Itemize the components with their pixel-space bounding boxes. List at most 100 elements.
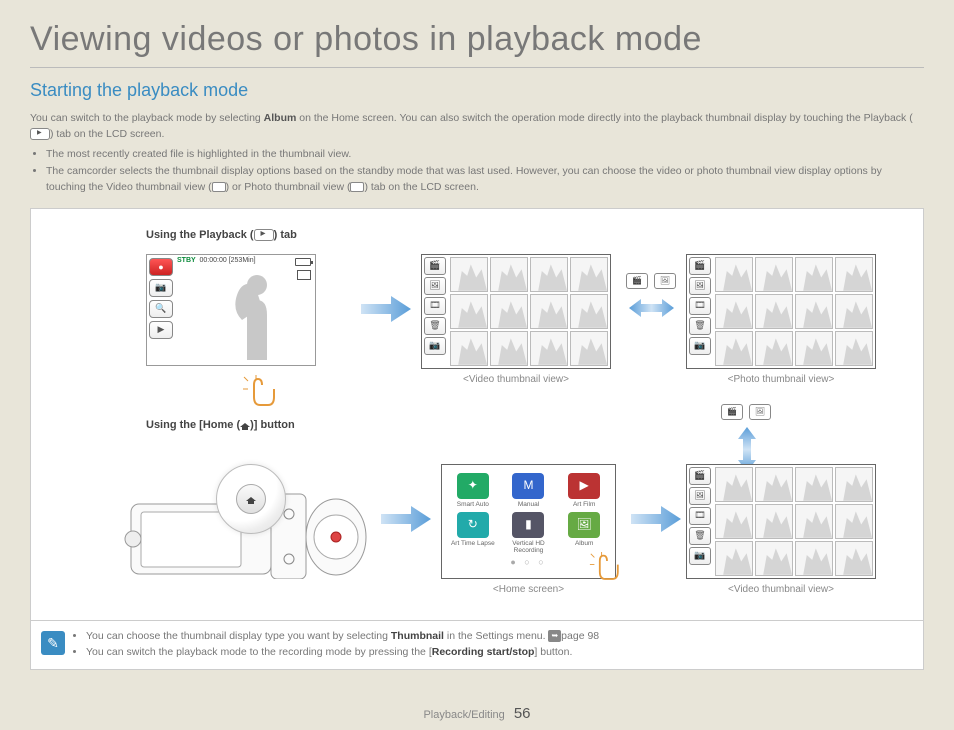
camcorder-lcd-screen: ● 📷 🔍 ▶ STBY 00:00:00 [253Min] (146, 254, 316, 366)
app-manual[interactable]: MManual (504, 473, 554, 508)
thumbnail-item[interactable] (530, 257, 568, 292)
thumb-sidebar: 🎬 🖼 🎞 🗑 📷 (689, 467, 711, 565)
app-art-time-lapse[interactable]: ↻Art Time Lapse (448, 512, 498, 554)
note-b2a: You can switch the playback mode to the … (86, 646, 432, 658)
thumbnail-item[interactable] (755, 541, 793, 576)
thumbnail-item[interactable] (715, 294, 753, 329)
note-b2b: ] button. (534, 646, 572, 658)
thumb-tab-photo-icon[interactable]: 🖼 (689, 487, 711, 505)
note-thumbnail-word: Thumbnail (391, 630, 444, 642)
app-album[interactable]: 🖼Album (559, 512, 609, 554)
thumbnail-item[interactable] (570, 257, 608, 292)
toggle-video-icon[interactable]: 🎬 (626, 273, 648, 289)
note-list: You can choose the thumbnail display typ… (86, 629, 913, 661)
lcd-tab-playback-icon[interactable]: ▶ (149, 321, 173, 339)
intro-bullet-2: The camcorder selects the thumbnail disp… (46, 164, 924, 196)
thumbnail-item[interactable] (715, 331, 753, 366)
thumbnail-item[interactable] (490, 294, 528, 329)
thumbnail-item[interactable] (715, 504, 753, 539)
thumbnail-item[interactable] (835, 504, 873, 539)
thumbnail-item[interactable] (795, 331, 833, 366)
thumbnail-item[interactable] (490, 331, 528, 366)
row-home-button: Using the [Home ()] button (61, 419, 903, 589)
thumb-tab-video-icon[interactable]: 🎬 (689, 257, 711, 275)
thumb-tab-delete-icon[interactable]: 🗑 (424, 317, 446, 335)
sub-heading-playback: Using the Playback ( ) tab (146, 229, 297, 241)
thumb-tab-video-icon[interactable]: 🎬 (424, 257, 446, 275)
page-dots: ● ○ ○ (448, 557, 609, 567)
page-footer: Playback/Editing 56 (0, 705, 954, 722)
intro-b2b: ) or Photo thumbnail view ( (226, 181, 351, 193)
sub1a: Using the Playback ( (146, 229, 254, 241)
section-title: Starting the playback mode (30, 80, 924, 101)
toggle-photo-icon[interactable]: 🖼 (654, 273, 676, 289)
home-button[interactable] (236, 484, 266, 514)
thumbnail-item[interactable] (715, 541, 753, 576)
app-label: Album (575, 540, 593, 547)
thumb-tab-photo-icon[interactable]: 🖼 (689, 277, 711, 295)
note-item-2: You can switch the playback mode to the … (86, 645, 913, 661)
note-page-ref: page 98 (561, 630, 599, 642)
thumbnail-item[interactable] (530, 331, 568, 366)
thumbnail-item[interactable] (755, 504, 793, 539)
thumb-tab-film-icon[interactable]: 🎞 (424, 297, 446, 315)
thumbnail-item[interactable] (795, 467, 833, 502)
thumbnail-item[interactable] (795, 294, 833, 329)
thumbnail-item[interactable] (755, 294, 793, 329)
app-label: Vertical HD Recording (504, 540, 554, 554)
video-thumb-icon (212, 182, 226, 192)
thumbnail-item[interactable] (795, 257, 833, 292)
app-vertical-hd[interactable]: ▮Vertical HD Recording (504, 512, 554, 554)
stby-indicator: STBY 00:00:00 [253Min] (177, 257, 256, 264)
thumb-tab-delete-icon[interactable]: 🗑 (689, 527, 711, 545)
thumbnail-item[interactable] (835, 331, 873, 366)
thumb-tab-delete-icon[interactable]: 🗑 (689, 317, 711, 335)
thumbnail-item[interactable] (835, 257, 873, 292)
stby-time: 00:00:00 [253Min] (200, 257, 256, 264)
thumbnail-grid (450, 257, 608, 366)
app-smart-auto[interactable]: ✦Smart Auto (448, 473, 498, 508)
intro-album-word: Album (264, 112, 297, 124)
sub-heading-home: Using the [Home ()] button (146, 419, 295, 431)
thumbnail-item[interactable] (755, 331, 793, 366)
thumbnail-item[interactable] (715, 257, 753, 292)
thumb-tab-camera-icon[interactable]: 📷 (689, 547, 711, 565)
thumb-tab-camera-icon[interactable]: 📷 (424, 337, 446, 355)
thumbnail-item[interactable] (450, 294, 488, 329)
thumbnail-item[interactable] (755, 467, 793, 502)
thumbnail-item[interactable] (795, 504, 833, 539)
thumb-tab-camera-icon[interactable]: 📷 (689, 337, 711, 355)
footer-section-name: Playback/Editing (423, 709, 504, 721)
thumbnail-item[interactable] (570, 331, 608, 366)
thumbnail-item[interactable] (450, 257, 488, 292)
thumb-tab-video-icon[interactable]: 🎬 (689, 467, 711, 485)
thumbnail-item[interactable] (755, 257, 793, 292)
app-art-film[interactable]: ▶Art Film (559, 473, 609, 508)
note-b1a: You can choose the thumbnail display typ… (86, 630, 391, 642)
thumbnail-item[interactable] (530, 294, 568, 329)
app-label: Smart Auto (457, 501, 489, 508)
thumb-tab-film-icon[interactable]: 🎞 (689, 507, 711, 525)
photo-thumbnail-view: 🎬 🖼 🎞 🗑 📷 (686, 254, 876, 369)
page-title: Viewing videos or photos in playback mod… (30, 20, 924, 68)
toggle-view-icons-vertical: 🎬 🖼 (721, 404, 771, 420)
thumb-sidebar: 🎬 🖼 🎞 🗑 📷 (424, 257, 446, 355)
thumbnail-item[interactable] (715, 467, 753, 502)
reference-arrow-icon: ➥ (548, 630, 561, 642)
app-grid: ✦Smart Auto MManual ▶Art Film ↻Art Time … (448, 473, 609, 554)
toggle-photo-icon[interactable]: 🖼 (749, 404, 771, 420)
thumbnail-item[interactable] (835, 294, 873, 329)
thumb-tab-film-icon[interactable]: 🎞 (689, 297, 711, 315)
sub1b: ) tab (274, 229, 297, 241)
home-glyph-icon (240, 420, 250, 430)
app-label: Manual (518, 501, 539, 508)
thumbnail-item[interactable] (450, 331, 488, 366)
thumbnail-item[interactable] (835, 541, 873, 576)
toggle-video-icon[interactable]: 🎬 (721, 404, 743, 420)
thumbnail-item[interactable] (570, 294, 608, 329)
thumbnail-grid (715, 257, 873, 366)
thumbnail-item[interactable] (795, 541, 833, 576)
thumbnail-item[interactable] (835, 467, 873, 502)
thumbnail-item[interactable] (490, 257, 528, 292)
thumb-tab-photo-icon[interactable]: 🖼 (424, 277, 446, 295)
